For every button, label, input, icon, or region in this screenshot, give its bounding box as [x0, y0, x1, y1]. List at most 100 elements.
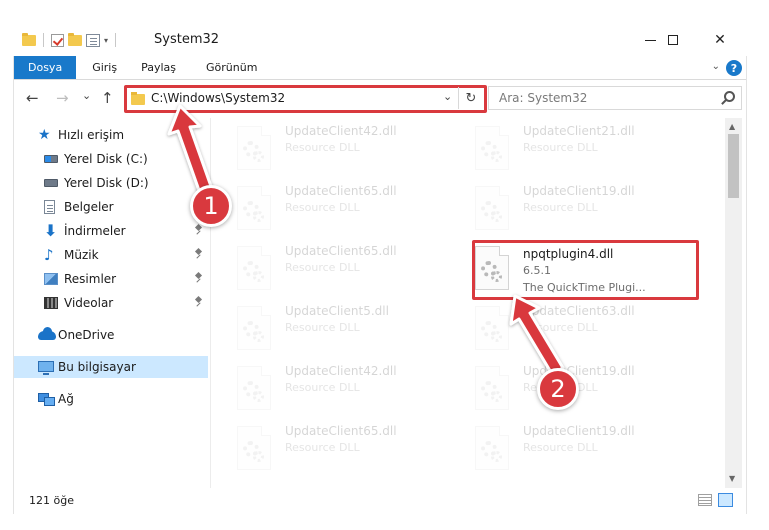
file-item[interactable]: UpdateClient42.dll Resource DLL	[225, 118, 455, 174]
up-arrow-icon[interactable]: ↑	[101, 89, 114, 107]
dll-file-icon	[237, 426, 271, 470]
sidebar-item-label: Belgeler	[64, 200, 114, 214]
expand-ribbon-icon[interactable]: ⌄	[712, 61, 720, 72]
tiles-view-icon[interactable]	[718, 493, 733, 507]
file-item[interactable]: UpdateClient65.dll Resource DLL	[225, 418, 455, 474]
sidebar-item-local-disk-c[interactable]: Yerel Disk (C:)	[14, 148, 208, 170]
file-item[interactable]: UpdateClient5.dll Resource DLL	[225, 298, 455, 354]
maximize-icon	[668, 35, 678, 45]
address-bar[interactable]: C:\Windows\System32 ⌄ ↻	[124, 85, 487, 113]
file-type: Resource DLL	[285, 201, 360, 214]
title-bar: ▾ System32 ✕	[0, 0, 769, 56]
step-badge-1: 1	[190, 185, 232, 227]
help-icon[interactable]: ?	[726, 60, 742, 76]
dll-file-icon	[475, 426, 509, 470]
dll-file-icon	[475, 126, 509, 170]
search-input[interactable]	[489, 87, 709, 109]
search-icon[interactable]	[724, 91, 735, 102]
music-icon: ♪	[44, 246, 54, 264]
address-dropdown-icon[interactable]: ⌄	[443, 90, 452, 103]
sidebar-item-label: Hızlı erişim	[58, 128, 125, 142]
sidebar-item-label: Yerel Disk (D:)	[64, 176, 149, 190]
sidebar-item-documents[interactable]: Belgeler	[14, 196, 208, 218]
sidebar-item-local-disk-d[interactable]: Yerel Disk (D:)	[14, 172, 208, 194]
toolbar-separator	[43, 33, 44, 47]
file-item[interactable]: UpdateClient21.dll Resource DLL	[463, 118, 693, 174]
back-arrow-icon[interactable]: ←	[26, 89, 39, 107]
file-name: UpdateClient19.dll	[523, 424, 635, 438]
navigation-bar: ← → ⌄ ↑ C:\Windows\System32 ⌄ ↻	[14, 80, 746, 118]
item-count: 121 öğe	[29, 494, 74, 507]
recent-locations-icon[interactable]: ⌄	[82, 89, 91, 102]
file-type: Resource DLL	[523, 201, 598, 214]
maximize-button[interactable]	[650, 26, 696, 54]
sidebar-item-music[interactable]: ♪ Müzik	[14, 244, 208, 266]
file-type: Resource DLL	[523, 321, 598, 334]
dll-file-icon	[237, 366, 271, 410]
details-view-icon[interactable]	[698, 494, 712, 506]
sidebar-item-quick-access[interactable]: ★ Hızlı erişim	[14, 124, 208, 146]
tab-share[interactable]: Paylaş	[131, 56, 190, 79]
file-type: Resource DLL	[285, 261, 360, 274]
search-box[interactable]	[488, 86, 742, 110]
file-name: UpdateClient19.dll	[523, 364, 635, 378]
forward-arrow-icon[interactable]: →	[56, 89, 69, 107]
close-icon: ✕	[714, 32, 726, 48]
file-type: Resource DLL	[285, 381, 360, 394]
sidebar-item-label: Resimler	[64, 272, 117, 286]
file-name: UpdateClient19.dll	[523, 184, 635, 198]
properties-icon[interactable]	[86, 33, 100, 47]
sidebar-item-network[interactable]: Ağ	[14, 388, 208, 410]
properties-check-icon[interactable]	[51, 33, 64, 47]
sidebar-item-onedrive[interactable]: OneDrive	[14, 324, 208, 346]
sidebar-item-pictures[interactable]: Resimler	[14, 268, 208, 290]
window-edge-right	[746, 24, 747, 514]
pin-icon[interactable]	[194, 225, 203, 235]
documents-icon	[44, 200, 55, 214]
pin-icon[interactable]	[194, 273, 203, 283]
dll-file-icon	[237, 126, 271, 170]
ribbon-tabs: Dosya Giriş Paylaş Görünüm ⌄ ?	[14, 56, 746, 80]
tab-file[interactable]: Dosya	[14, 56, 77, 79]
file-item[interactable]: UpdateClient19.dll Resource DLL	[463, 178, 693, 234]
pin-icon[interactable]	[194, 297, 203, 307]
refresh-icon[interactable]: ↻	[458, 87, 483, 109]
file-name: UpdateClient65.dll	[285, 424, 397, 438]
local-disk-icon	[44, 155, 58, 163]
downloads-icon: ⬇	[44, 221, 58, 240]
file-item[interactable]: UpdateClient19.dll Resource DLL	[463, 418, 693, 474]
sidebar-item-videos[interactable]: Videolar	[14, 292, 208, 314]
dll-file-icon	[475, 366, 509, 410]
file-list: UpdateClient42.dll Resource DLL UpdateCl…	[211, 118, 725, 488]
folder-icon	[131, 92, 145, 105]
dll-file-icon	[475, 306, 509, 350]
scroll-up-icon[interactable]: ▲	[729, 122, 735, 131]
tab-home[interactable]: Giriş	[76, 56, 131, 79]
navigation-pane: ★ Hızlı erişim Yerel Disk (C:) Yerel Dis…	[14, 118, 210, 488]
file-item[interactable]: UpdateClient63.dll Resource DLL	[463, 298, 693, 354]
sidebar-item-this-pc[interactable]: Bu bilgisayar	[14, 356, 208, 378]
sidebar-item-downloads[interactable]: ⬇ İndirmeler	[14, 220, 208, 242]
file-type: Resource DLL	[523, 141, 598, 154]
file-item[interactable]: UpdateClient65.dll Resource DLL	[225, 178, 455, 234]
star-icon: ★	[38, 127, 51, 143]
file-item[interactable]: UpdateClient65.dll Resource DLL	[225, 238, 455, 294]
sidebar-item-label: İndirmeler	[64, 224, 126, 238]
status-bar: 121 öğe	[14, 488, 746, 514]
file-item[interactable]: UpdateClient42.dll Resource DLL	[225, 358, 455, 414]
dll-file-icon	[237, 246, 271, 290]
sidebar-item-label: Yerel Disk (C:)	[64, 152, 148, 166]
pictures-icon	[44, 273, 58, 285]
customize-toolbar-dropdown-icon[interactable]: ▾	[104, 36, 108, 45]
file-name: UpdateClient21.dll	[523, 124, 635, 138]
vertical-scrollbar[interactable]: ▲ ▼	[725, 118, 742, 488]
quick-access-toolbar: ▾	[22, 30, 119, 50]
tab-view[interactable]: Görünüm	[190, 56, 271, 79]
pin-icon[interactable]	[194, 249, 203, 259]
scrollbar-thumb[interactable]	[728, 134, 739, 198]
close-button[interactable]: ✕	[697, 26, 743, 54]
address-path[interactable]: C:\Windows\System32	[151, 91, 285, 105]
new-folder-icon[interactable]	[68, 32, 82, 46]
scroll-down-icon[interactable]: ▼	[729, 474, 735, 483]
sidebar-item-label: Videolar	[64, 296, 114, 310]
